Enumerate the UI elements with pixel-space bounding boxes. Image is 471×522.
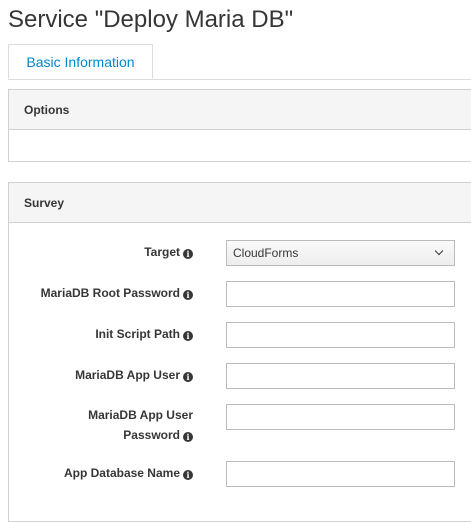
target-label-text: Target	[144, 245, 180, 259]
tab-basic-information[interactable]: Basic Information	[8, 44, 153, 79]
options-panel: Options	[8, 89, 471, 162]
init-script-path-input[interactable]	[226, 322, 455, 348]
app-database-name-label-text: App Database Name	[63, 466, 180, 480]
root-password-label-text: MariaDB Root Password	[40, 286, 180, 300]
root-password-input[interactable]	[226, 281, 455, 307]
init-script-path-label-text: Init Script Path	[95, 327, 180, 341]
target-select-value: CloudForms	[233, 246, 299, 260]
chevron-down-icon	[434, 246, 444, 256]
page-title: Service "Deploy Maria DB"	[8, 6, 294, 33]
target-select[interactable]: CloudForms	[226, 240, 455, 266]
app-user-password-label: MariaDB App User Password i	[33, 405, 193, 445]
options-panel-heading: Options	[9, 90, 471, 130]
root-password-label: MariaDB Root Password i	[41, 283, 193, 303]
init-script-path-label: Init Script Path i	[95, 324, 193, 344]
info-icon[interactable]: i	[183, 470, 193, 480]
info-icon[interactable]: i	[183, 372, 193, 382]
info-icon[interactable]: i	[183, 432, 193, 442]
app-user-password-label-text: MariaDB App User Password	[88, 408, 193, 442]
app-database-name-label: App Database Name i	[64, 463, 193, 483]
info-icon[interactable]: i	[183, 290, 193, 300]
app-user-label: MariaDB App User i	[75, 365, 193, 385]
app-database-name-input[interactable]	[226, 461, 455, 487]
app-user-input[interactable]	[226, 363, 455, 389]
survey-panel-heading: Survey	[9, 183, 471, 223]
survey-panel: Survey Target i CloudForms MariaDB Root P…	[8, 182, 471, 522]
tab-bar: Basic Information	[8, 44, 471, 80]
app-user-password-input[interactable]	[226, 404, 455, 430]
info-icon[interactable]: i	[183, 331, 193, 341]
app-user-label-text: MariaDB App User	[75, 368, 180, 382]
target-label: Target i	[144, 242, 193, 262]
info-icon[interactable]: i	[183, 249, 193, 259]
